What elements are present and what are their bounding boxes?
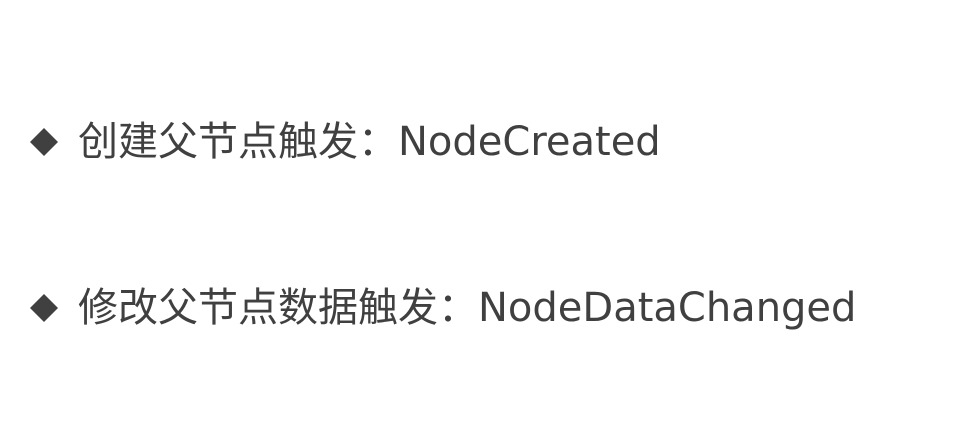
bullet-text: 修改父节点数据触发：NodeDataChanged (78, 285, 857, 331)
bullet-item-node-created: 创建父节点触发：NodeCreated (26, 114, 661, 170)
slide-canvas: 创建父节点触发：NodeCreated 修改父节点数据触发：NodeDataCh… (0, 0, 977, 429)
bullet-text: 创建父节点触发：NodeCreated (78, 119, 661, 165)
bullet-list: 创建父节点触发：NodeCreated 修改父节点数据触发：NodeDataCh… (26, 0, 966, 429)
diamond-bullet-icon (26, 290, 62, 326)
bullet-item-node-data-changed: 修改父节点数据触发：NodeDataChanged (26, 280, 856, 336)
diamond-bullet-icon (26, 124, 62, 160)
